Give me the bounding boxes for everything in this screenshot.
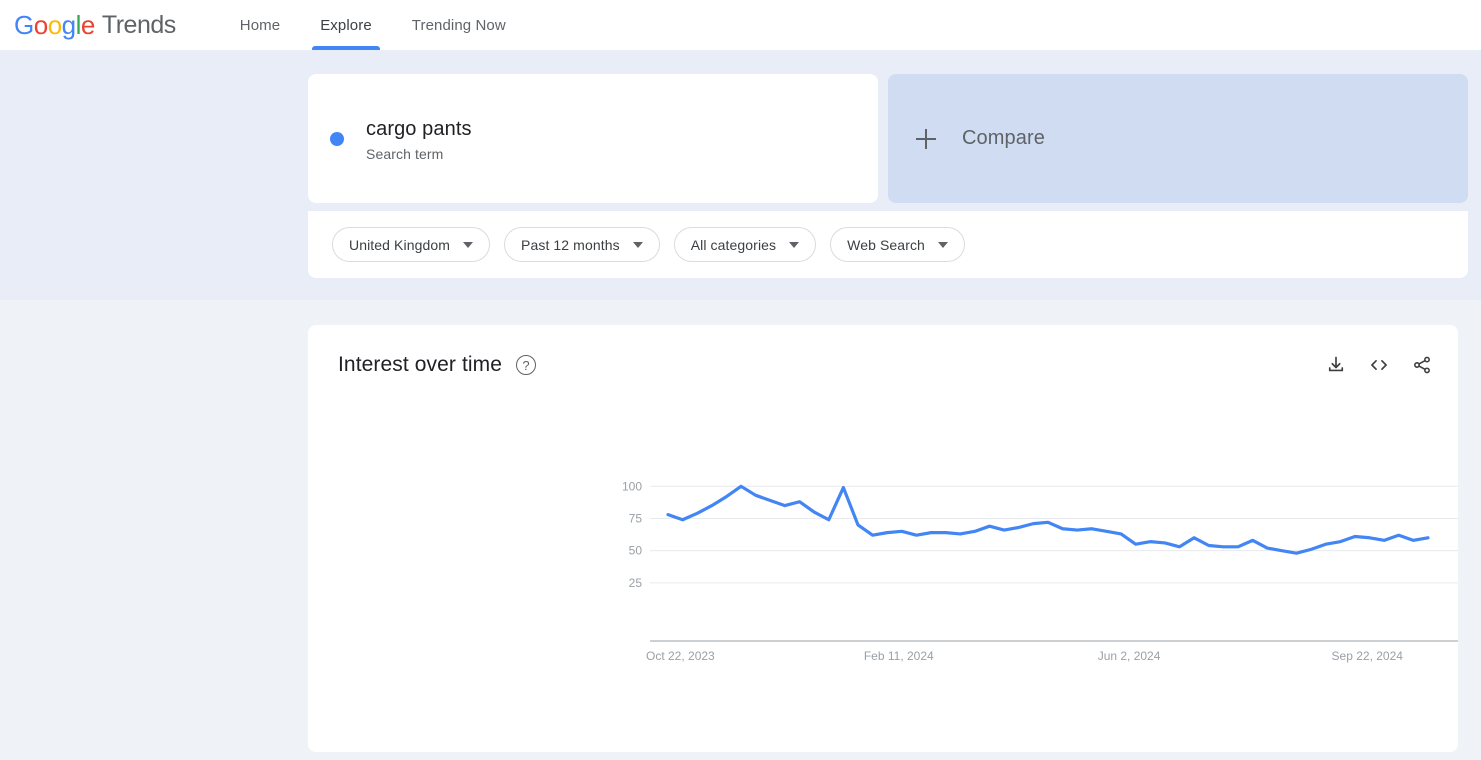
search-term-value: cargo pants [366, 117, 472, 140]
filter-time-range[interactable]: Past 12 months [504, 227, 660, 262]
google-trends-logo[interactable]: Google Trends [14, 0, 176, 50]
main-nav: Home Explore Trending Now [232, 0, 538, 50]
filter-search-type-label: Web Search [847, 236, 925, 253]
svg-text:25: 25 [629, 576, 643, 590]
search-term-text: cargo pants Search term [366, 116, 472, 162]
chevron-down-icon [632, 241, 643, 248]
svg-text:50: 50 [629, 544, 643, 558]
logo-letter-g: G [14, 9, 34, 40]
svg-text:Jun 2, 2024: Jun 2, 2024 [1098, 649, 1161, 663]
help-icon[interactable]: ? [516, 355, 537, 375]
logo-trends-word: Trends [101, 10, 176, 39]
chart-title: Interest over time [338, 353, 503, 376]
nav-item-explore[interactable]: Explore [312, 0, 380, 50]
chevron-down-icon [463, 241, 474, 248]
series-color-dot [330, 131, 344, 146]
logo-letter-o1: o [33, 9, 48, 40]
download-icon[interactable] [1326, 355, 1346, 375]
nav-item-trending-now[interactable]: Trending Now [404, 0, 514, 50]
search-term-type: Search term [366, 145, 444, 162]
plus-icon [916, 128, 936, 149]
compare-button[interactable]: Compare [888, 74, 1468, 203]
app-header: Google Trends Home Explore Trending Now [0, 0, 1481, 50]
filter-location[interactable]: United Kingdom [332, 227, 491, 262]
search-term-card[interactable]: cargo pants Search term [308, 74, 878, 203]
chart-header: Interest over time ? [308, 325, 1458, 377]
compare-label: Compare [962, 127, 1045, 149]
svg-text:Feb 11, 2024: Feb 11, 2024 [864, 649, 934, 663]
chart-actions [1326, 355, 1432, 375]
chevron-down-icon [937, 241, 948, 248]
svg-text:75: 75 [629, 511, 643, 525]
nav-item-home[interactable]: Home [232, 0, 288, 50]
filter-category-label: All categories [690, 236, 777, 253]
svg-text:100: 100 [622, 479, 642, 493]
filter-bar: United Kingdom Past 12 months All catego… [308, 211, 1468, 278]
logo-letter-g2: g [61, 9, 76, 40]
filter-search-type[interactable]: Web Search [830, 227, 965, 262]
chart-plot-area[interactable]: 25 50 75 100 Oct 22, 2023 Feb 11, 2024 Jun 2, … [308, 455, 1458, 685]
filter-category[interactable]: All categories [673, 227, 817, 262]
svg-text:Oct 22, 2023: Oct 22, 2023 [646, 649, 715, 663]
svg-text:Sep 22, 2024: Sep 22, 2024 [1332, 649, 1404, 663]
chevron-down-icon [789, 241, 800, 248]
interest-over-time-card: Interest over time ? 25 50 75 100 Oct 22… [308, 325, 1458, 752]
logo-letter-e: e [80, 9, 95, 40]
query-row: cargo pants Search term Compare [308, 74, 1468, 203]
logo-letter-o2: o [47, 9, 62, 40]
interest-over-time-chart[interactable]: 25 50 75 100 Oct 22, 2023 Feb 11, 2024 Jun 2, … [308, 455, 1458, 685]
filter-location-label: United Kingdom [349, 236, 451, 253]
embed-icon[interactable] [1368, 355, 1390, 375]
filter-time-range-label: Past 12 months [521, 236, 620, 253]
share-icon[interactable] [1412, 355, 1432, 375]
